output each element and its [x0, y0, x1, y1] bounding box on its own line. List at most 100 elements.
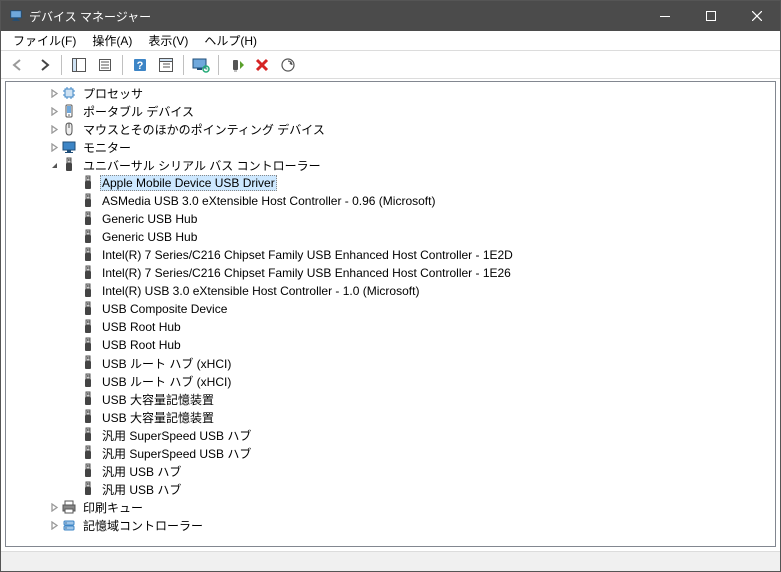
usb-icon	[61, 157, 77, 173]
tree-node-label[interactable]: Intel(R) USB 3.0 eXtensible Host Control…	[100, 284, 421, 298]
toolbar-scan-hardware[interactable]	[276, 53, 300, 77]
usb-icon	[80, 229, 96, 245]
tree-row[interactable]: 記憶域コントローラー	[6, 516, 775, 534]
tree-node-label[interactable]: USB Composite Device	[100, 302, 229, 316]
usb-icon	[80, 355, 96, 371]
tree-node-label[interactable]: 汎用 USB ハブ	[100, 463, 183, 480]
tree-node-label[interactable]: USB Root Hub	[100, 338, 183, 352]
tree-arrow-collapsed-icon[interactable]	[47, 89, 61, 98]
device-tree[interactable]: プロセッサポータブル デバイスマウスとそのほかのポインティング デバイスモニター…	[6, 84, 775, 546]
toolbar-update-driver[interactable]	[224, 53, 248, 77]
toolbar-separator-4	[218, 55, 219, 75]
tree-arrow-collapsed-icon[interactable]	[47, 521, 61, 530]
tree-node-label[interactable]: 印刷キュー	[81, 499, 145, 516]
tree-row[interactable]: USB Root Hub	[6, 336, 775, 354]
usb-icon	[80, 373, 96, 389]
toolbar-forward[interactable]	[32, 53, 56, 77]
tree-node-label[interactable]: ポータブル デバイス	[81, 103, 196, 120]
usb-icon	[80, 175, 96, 191]
portable-icon	[61, 103, 77, 119]
tree-node-label[interactable]: USB 大容量記憶装置	[100, 391, 216, 408]
usb-icon	[80, 391, 96, 407]
tree-row[interactable]: USB Composite Device	[6, 300, 775, 318]
toolbar-back[interactable]	[6, 53, 30, 77]
window-title-group: デバイス マネージャー	[1, 8, 151, 25]
tree-node-label[interactable]: ユニバーサル シリアル バス コントローラー	[81, 157, 323, 174]
usb-icon	[80, 427, 96, 443]
tree-row[interactable]: Intel(R) 7 Series/C216 Chipset Family US…	[6, 246, 775, 264]
tree-row[interactable]: 印刷キュー	[6, 498, 775, 516]
tree-arrow-collapsed-icon[interactable]	[47, 107, 61, 116]
toolbar-uninstall[interactable]	[250, 53, 274, 77]
toolbar-scan-monitor[interactable]	[189, 53, 213, 77]
usb-icon	[80, 409, 96, 425]
usb-icon	[80, 463, 96, 479]
toolbar-help[interactable]: ?	[128, 53, 152, 77]
tree-arrow-collapsed-icon[interactable]	[47, 503, 61, 512]
tree-row[interactable]: USB ルート ハブ (xHCI)	[6, 372, 775, 390]
tree-row[interactable]: Generic USB Hub	[6, 210, 775, 228]
status-bar	[1, 551, 780, 571]
tree-node-label[interactable]: USB ルート ハブ (xHCI)	[100, 373, 233, 390]
tree-node-label[interactable]: 汎用 SuperSpeed USB ハブ	[100, 445, 253, 462]
usb-icon	[80, 301, 96, 317]
tree-row[interactable]: USB ルート ハブ (xHCI)	[6, 354, 775, 372]
tree-row[interactable]: USB 大容量記憶装置	[6, 408, 775, 426]
usb-icon	[80, 445, 96, 461]
tree-row[interactable]: 汎用 USB ハブ	[6, 480, 775, 498]
tree-node-label[interactable]: Intel(R) 7 Series/C216 Chipset Family US…	[100, 266, 513, 280]
tree-row[interactable]: Generic USB Hub	[6, 228, 775, 246]
tree-node-label[interactable]: プロセッサ	[81, 85, 145, 102]
usb-icon	[80, 247, 96, 263]
cpu-icon	[61, 85, 77, 101]
tree-row[interactable]: Intel(R) 7 Series/C216 Chipset Family US…	[6, 264, 775, 282]
usb-icon	[80, 481, 96, 497]
tree-node-label[interactable]: USB ルート ハブ (xHCI)	[100, 355, 233, 372]
tree-row[interactable]: モニター	[6, 138, 775, 156]
tree-node-label[interactable]: モニター	[81, 139, 133, 156]
tree-node-label[interactable]: Apple Mobile Device USB Driver	[100, 175, 277, 191]
tree-row[interactable]: ユニバーサル シリアル バス コントローラー	[6, 156, 775, 174]
tree-row[interactable]: 汎用 SuperSpeed USB ハブ	[6, 426, 775, 444]
menu-file[interactable]: ファイル(F)	[5, 32, 84, 49]
tree-node-label[interactable]: 汎用 SuperSpeed USB ハブ	[100, 427, 253, 444]
tree-row[interactable]: ポータブル デバイス	[6, 102, 775, 120]
toolbar-show-hide-console-tree[interactable]	[67, 53, 91, 77]
tree-arrow-collapsed-icon[interactable]	[47, 143, 61, 152]
tree-node-label[interactable]: Generic USB Hub	[100, 212, 199, 226]
tree-node-label[interactable]: Generic USB Hub	[100, 230, 199, 244]
close-button[interactable]	[734, 1, 780, 31]
tree-arrow-collapsed-icon[interactable]	[47, 125, 61, 134]
svg-text:?: ?	[137, 60, 144, 72]
tree-node-label[interactable]: マウスとそのほかのポインティング デバイス	[81, 121, 327, 138]
minimize-button[interactable]	[642, 1, 688, 31]
toolbar-properties[interactable]	[93, 53, 117, 77]
usb-icon	[80, 319, 96, 335]
usb-icon	[80, 283, 96, 299]
toolbar: ?	[1, 51, 780, 79]
tree-arrow-expanded-icon[interactable]	[47, 161, 61, 170]
maximize-button[interactable]	[688, 1, 734, 31]
tree-row[interactable]: Apple Mobile Device USB Driver	[6, 174, 775, 192]
menu-view[interactable]: 表示(V)	[140, 32, 196, 49]
tree-row[interactable]: USB 大容量記憶装置	[6, 390, 775, 408]
toolbar-show-hidden[interactable]	[154, 53, 178, 77]
tree-row[interactable]: Intel(R) USB 3.0 eXtensible Host Control…	[6, 282, 775, 300]
tree-node-label[interactable]: 汎用 USB ハブ	[100, 481, 183, 498]
tree-row[interactable]: 汎用 SuperSpeed USB ハブ	[6, 444, 775, 462]
tree-node-label[interactable]: USB 大容量記憶装置	[100, 409, 216, 426]
window-title: デバイス マネージャー	[29, 8, 151, 25]
tree-row[interactable]: 汎用 USB ハブ	[6, 462, 775, 480]
tree-row[interactable]: プロセッサ	[6, 84, 775, 102]
menu-help[interactable]: ヘルプ(H)	[196, 32, 265, 49]
tree-node-label[interactable]: ASMedia USB 3.0 eXtensible Host Controll…	[100, 194, 437, 208]
tree-view-container: プロセッサポータブル デバイスマウスとそのほかのポインティング デバイスモニター…	[5, 81, 776, 547]
toolbar-separator	[61, 55, 62, 75]
tree-node-label[interactable]: USB Root Hub	[100, 320, 183, 334]
tree-row[interactable]: マウスとそのほかのポインティング デバイス	[6, 120, 775, 138]
tree-node-label[interactable]: Intel(R) 7 Series/C216 Chipset Family US…	[100, 248, 515, 262]
tree-row[interactable]: ASMedia USB 3.0 eXtensible Host Controll…	[6, 192, 775, 210]
tree-row[interactable]: USB Root Hub	[6, 318, 775, 336]
tree-node-label[interactable]: 記憶域コントローラー	[81, 517, 205, 534]
menu-action[interactable]: 操作(A)	[84, 32, 140, 49]
